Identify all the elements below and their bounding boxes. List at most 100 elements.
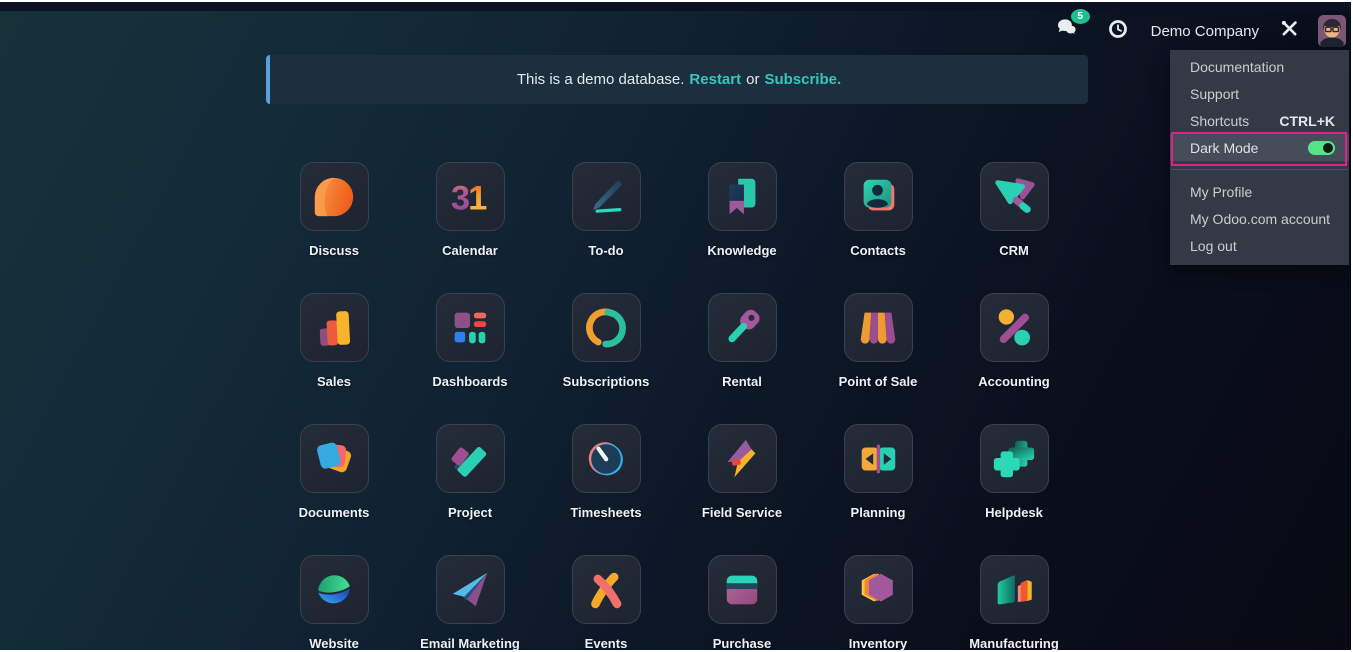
menu-item-label: My Odoo.com account bbox=[1190, 210, 1331, 227]
app-cell-field-service: Field Service bbox=[674, 424, 810, 555]
project-icon bbox=[447, 436, 493, 482]
menu-item-log-out[interactable]: Log out bbox=[1170, 232, 1349, 259]
app-tile-field-service[interactable] bbox=[707, 424, 777, 493]
documents-icon bbox=[311, 436, 357, 482]
todo-icon bbox=[583, 174, 629, 220]
app-label-subscriptions: Subscriptions bbox=[562, 374, 650, 389]
app-tile-to-do[interactable] bbox=[571, 162, 641, 231]
app-label-documents: Documents bbox=[298, 505, 370, 520]
app-tile-calendar[interactable]: 31 bbox=[435, 162, 505, 231]
app-cell-rental: Rental bbox=[674, 293, 810, 424]
app-tile-rental[interactable] bbox=[707, 293, 777, 362]
wrench-screwdriver-icon bbox=[1279, 18, 1300, 44]
desktop-background: 5 Demo Company This is a demo database. … bbox=[0, 2, 1351, 650]
menu-divider bbox=[1171, 169, 1348, 170]
toggle-knob bbox=[1323, 142, 1333, 153]
app-tile-documents[interactable] bbox=[299, 424, 369, 493]
app-tile-website[interactable] bbox=[299, 555, 369, 624]
app-tile-planning[interactable] bbox=[843, 424, 913, 493]
app-cell-calendar: 3 1 Calendar bbox=[402, 162, 538, 293]
app-tile-helpdesk[interactable] bbox=[979, 424, 1049, 493]
app-cell-inventory: Inventory bbox=[810, 555, 946, 650]
activities-button[interactable] bbox=[1107, 18, 1129, 45]
app-tile-contacts[interactable] bbox=[843, 162, 913, 231]
app-label-website: Website bbox=[309, 636, 359, 650]
app-label-timesheets: Timesheets bbox=[570, 505, 642, 520]
messages-button[interactable]: 5 bbox=[1055, 8, 1090, 47]
menu-item-label: Shortcuts bbox=[1190, 112, 1250, 129]
menu-item-support[interactable]: Support bbox=[1170, 80, 1349, 107]
app-label-knowledge: Knowledge bbox=[707, 243, 777, 258]
menu-item-label: Log out bbox=[1190, 237, 1237, 254]
app-label-discuss: Discuss bbox=[309, 243, 359, 258]
menu-item-my-profile[interactable]: My Profile bbox=[1170, 178, 1349, 205]
menu-item-label: My Profile bbox=[1190, 183, 1253, 200]
planning-icon bbox=[855, 436, 901, 482]
header: 5 Demo Company bbox=[0, 8, 1351, 51]
app-cell-purchase: Purchase bbox=[674, 555, 810, 650]
app-cell-to-do: To-do bbox=[538, 162, 674, 293]
app-tile-manufacturing[interactable] bbox=[979, 555, 1049, 624]
avatar-image bbox=[1318, 15, 1346, 47]
dashboards-icon bbox=[447, 305, 493, 351]
menu-item-label: Dark Mode bbox=[1190, 139, 1259, 156]
rental-icon bbox=[719, 305, 765, 351]
app-tile-point-of-sale[interactable] bbox=[843, 293, 913, 362]
window-top-strip bbox=[0, 2, 1351, 11]
app-cell-point-of-sale: Point of Sale bbox=[810, 293, 946, 424]
field-service-icon bbox=[719, 436, 765, 482]
user-avatar[interactable] bbox=[1318, 15, 1346, 47]
menu-item-dark-mode[interactable]: Dark Mode bbox=[1170, 134, 1349, 161]
app-cell-manufacturing: Manufacturing bbox=[946, 555, 1082, 650]
tools-button[interactable] bbox=[1279, 18, 1300, 44]
banner-or-text: or bbox=[746, 71, 760, 88]
app-tile-inventory[interactable] bbox=[843, 555, 913, 624]
app-tile-accounting[interactable] bbox=[979, 293, 1049, 362]
svg-text:1: 1 bbox=[468, 179, 487, 217]
company-name[interactable]: Demo Company bbox=[1151, 23, 1259, 40]
clock-icon bbox=[1107, 18, 1129, 45]
app-label-manufacturing: Manufacturing bbox=[969, 636, 1059, 650]
app-label-purchase: Purchase bbox=[712, 636, 772, 650]
app-cell-project: Project bbox=[402, 424, 538, 555]
app-tile-timesheets[interactable] bbox=[571, 424, 641, 493]
app-label-planning: Planning bbox=[850, 505, 906, 520]
calendar-icon: 31 bbox=[447, 174, 493, 220]
app-tile-project[interactable] bbox=[435, 424, 505, 493]
purchase-icon bbox=[719, 567, 765, 613]
dark-mode-toggle[interactable] bbox=[1308, 140, 1335, 155]
app-cell-knowledge: Knowledge bbox=[674, 162, 810, 293]
app-tile-purchase[interactable] bbox=[707, 555, 777, 624]
subscribe-link[interactable]: Subscribe. bbox=[764, 71, 841, 88]
app-tile-email-marketing[interactable] bbox=[435, 555, 505, 624]
app-tile-crm[interactable] bbox=[979, 162, 1049, 231]
menu-item-shortcuts[interactable]: Shortcuts CTRL+K bbox=[1170, 107, 1349, 134]
menu-item-label: Support bbox=[1190, 85, 1240, 102]
crm-icon bbox=[991, 174, 1037, 220]
app-label-rental: Rental bbox=[722, 374, 762, 389]
app-cell-crm: CRM bbox=[946, 162, 1082, 293]
app-tile-events[interactable] bbox=[571, 555, 641, 624]
events-icon bbox=[583, 567, 629, 613]
menu-item-documentation[interactable]: Documentation bbox=[1170, 53, 1349, 80]
app-tile-sales[interactable] bbox=[299, 293, 369, 362]
app-label-email-marketing: Email Marketing bbox=[420, 636, 520, 650]
manufacturing-icon bbox=[991, 567, 1037, 613]
app-label-helpdesk: Helpdesk bbox=[985, 505, 1043, 520]
restart-link[interactable]: Restart bbox=[689, 71, 741, 88]
accounting-icon bbox=[991, 305, 1037, 351]
app-tile-subscriptions[interactable] bbox=[571, 293, 641, 362]
app-cell-helpdesk: Helpdesk bbox=[946, 424, 1082, 555]
app-tile-discuss[interactable] bbox=[299, 162, 369, 231]
menu-item-my-odoo-com-account[interactable]: My Odoo.com account bbox=[1170, 205, 1349, 232]
user-dropdown-menu: Documentation Support Shortcuts CTRL+K Dark … bbox=[1170, 50, 1349, 265]
email-marketing-icon bbox=[447, 567, 493, 613]
app-tile-knowledge[interactable] bbox=[707, 162, 777, 231]
contacts-icon bbox=[855, 174, 901, 220]
app-cell-subscriptions: Subscriptions bbox=[538, 293, 674, 424]
app-cell-accounting: Accounting bbox=[946, 293, 1082, 424]
demo-banner-text: This is a demo database. bbox=[516, 71, 685, 88]
app-tile-dashboards[interactable] bbox=[435, 293, 505, 362]
apps-grid: Discuss 3 1 Calendar To-do Knowledge Contacts C… bbox=[266, 162, 1082, 650]
app-label-field-service: Field Service bbox=[701, 505, 783, 520]
